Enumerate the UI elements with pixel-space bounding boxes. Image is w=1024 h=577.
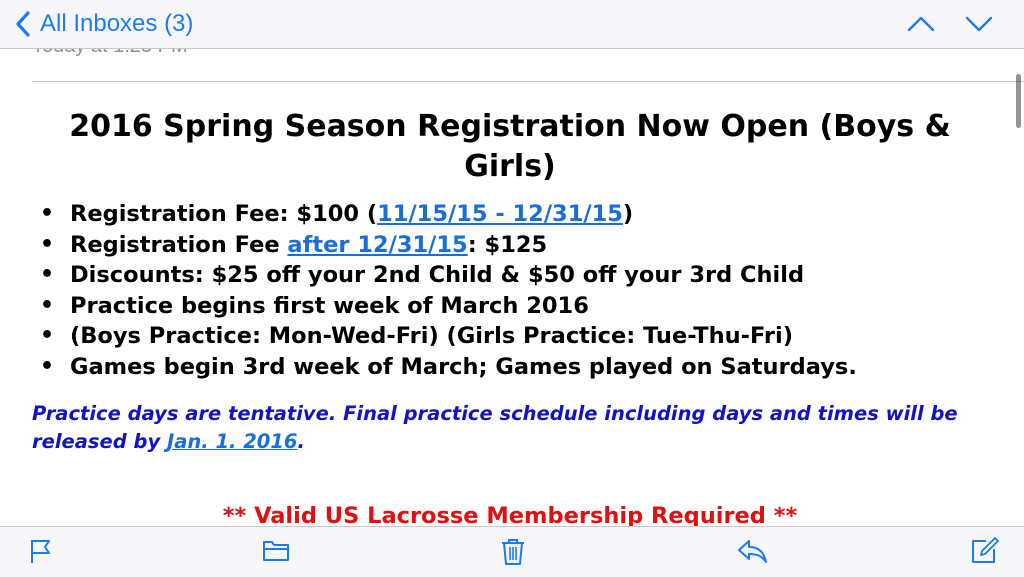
back-button[interactable]: All Inboxes (3) <box>16 6 193 42</box>
info-list: Registration Fee: $100 (11/15/15 - 12/31… <box>40 199 857 383</box>
late-fee-date-link[interactable]: after 12/31/15 <box>287 232 467 258</box>
chevron-down-icon[interactable] <box>964 12 994 36</box>
folder-icon[interactable] <box>262 537 290 563</box>
email-headline: 2016 Spring Season Registration Now Open… <box>69 109 951 184</box>
email-timestamp: Today at 1:25 PM <box>32 49 188 58</box>
release-date-link[interactable]: Jan. 1. 2016 <box>167 430 298 453</box>
registration-dates-link[interactable]: 11/15/15 - 12/31/15 <box>377 201 623 227</box>
late-fee-text: Registration Fee <box>70 231 288 258</box>
reply-icon[interactable] <box>736 537 768 565</box>
email-body[interactable]: Today at 1:25 PM 2016 Spring Season Regi… <box>0 49 1024 526</box>
list-item-games: Games begin 3rd week of March; Games pla… <box>40 352 857 383</box>
registration-fee-text: Registration Fee: $100 ( <box>70 201 378 227</box>
chevron-left-icon <box>16 11 30 37</box>
scrollbar[interactable] <box>1016 74 1021 128</box>
list-item-registration-fee: Registration Fee: $100 (11/15/15 - 12/31… <box>40 199 857 230</box>
navigation-bar: All Inboxes (3) <box>0 0 1024 49</box>
list-item-practice-days: (Boys Practice: Mon-Wed-Fri) (Girls Prac… <box>40 321 857 352</box>
late-fee-amount: : $125 <box>467 231 548 258</box>
chevron-up-icon[interactable] <box>906 12 936 36</box>
list-item-discounts: Discounts: $25 off your 2nd Child & $50 … <box>40 260 857 291</box>
practice-note: Practice days are tentative. Final pract… <box>32 400 992 456</box>
practice-note-end: . <box>297 430 305 453</box>
registration-fee-suffix: ) <box>622 201 634 227</box>
compose-icon[interactable] <box>970 537 1000 565</box>
membership-requirement: ** Valid US Lacrosse Membership Required… <box>222 503 798 526</box>
bottom-toolbar <box>0 526 1024 577</box>
trash-icon[interactable] <box>500 537 526 567</box>
flag-icon[interactable] <box>28 537 52 565</box>
back-button-label: All Inboxes (3) <box>40 10 194 37</box>
header-divider <box>32 81 1024 82</box>
list-item-practice-start: Practice begins first week of March 2016 <box>40 291 857 322</box>
list-item-late-fee: Registration Fee after 12/31/15: $125 <box>40 230 857 261</box>
